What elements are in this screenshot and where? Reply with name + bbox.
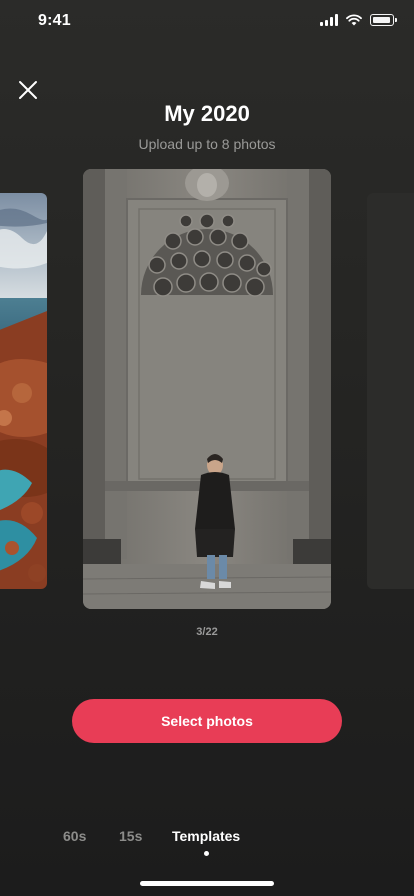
page-subtitle: Upload up to 8 photos bbox=[138, 136, 276, 152]
select-photos-button[interactable]: Select photos bbox=[72, 699, 342, 743]
close-button[interactable] bbox=[14, 76, 42, 104]
battery-icon bbox=[370, 14, 397, 26]
template-card-current[interactable] bbox=[83, 169, 331, 609]
tab-15s[interactable]: 15s bbox=[119, 828, 142, 844]
cellular-signal-icon bbox=[320, 14, 338, 26]
close-icon bbox=[19, 81, 37, 99]
template-card-next[interactable] bbox=[367, 193, 414, 589]
wifi-icon bbox=[346, 14, 362, 26]
status-bar: 9:41 bbox=[0, 0, 414, 44]
status-icons bbox=[320, 14, 397, 26]
tab-60s[interactable]: 60s bbox=[63, 828, 86, 844]
page-counter: 3/22 bbox=[196, 626, 218, 638]
page-title: My 2020 bbox=[164, 101, 250, 126]
template-card-previous[interactable] bbox=[0, 193, 47, 589]
home-indicator bbox=[140, 881, 274, 886]
active-tab-indicator bbox=[204, 851, 209, 856]
tab-templates[interactable]: Templates bbox=[172, 828, 240, 844]
man-facade-photo bbox=[83, 169, 331, 609]
status-time: 9:41 bbox=[38, 12, 71, 29]
coastline-photo bbox=[0, 193, 47, 589]
